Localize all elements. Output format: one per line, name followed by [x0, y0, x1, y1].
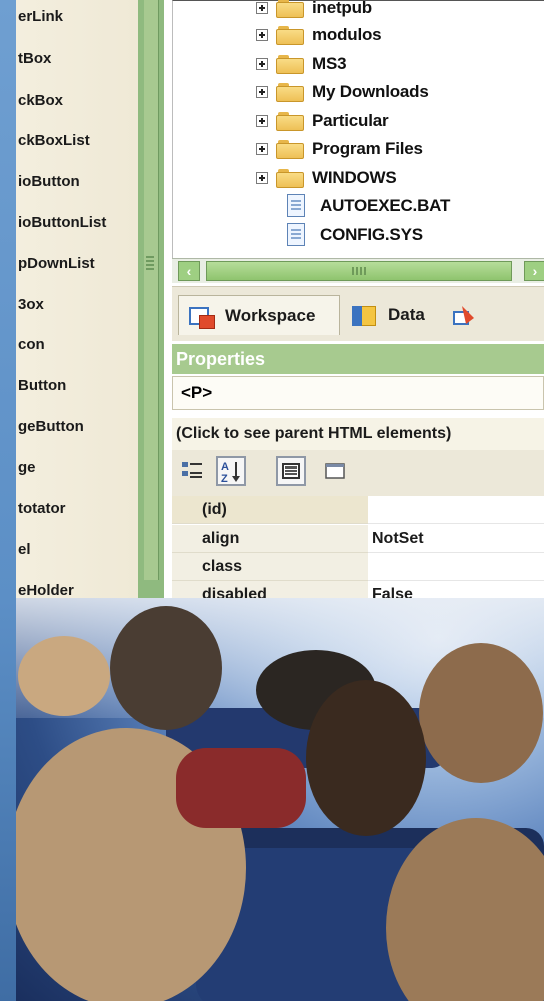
- audience-head: [18, 636, 110, 716]
- expand-icon[interactable]: [256, 86, 268, 98]
- property-name: class: [202, 558, 243, 575]
- toolbox-icon: [452, 304, 478, 326]
- tab-toolbox[interactable]: [452, 295, 488, 335]
- panel-splitter[interactable]: [138, 0, 164, 640]
- property-row[interactable]: (id): [172, 496, 544, 524]
- categorized-icon[interactable]: [178, 456, 208, 486]
- expand-icon[interactable]: [256, 58, 268, 70]
- splitter-track: [144, 0, 159, 580]
- properties-view-icon[interactable]: [276, 456, 306, 486]
- data-icon: [352, 304, 378, 326]
- tab-label: Workspace: [225, 305, 316, 325]
- tab-workspace[interactable]: Workspace: [178, 295, 340, 335]
- toolbox-item[interactable]: 3ox: [18, 296, 44, 313]
- tree-node-label: CONFIG.SYS: [320, 225, 423, 244]
- tree-node-label: Program Files: [312, 139, 423, 158]
- tab-data[interactable]: Data: [352, 295, 425, 335]
- toolbox-item[interactable]: ge: [18, 459, 36, 476]
- toolbox-item[interactable]: ioButton: [18, 173, 80, 190]
- toolbox-item[interactable]: totator: [18, 500, 66, 517]
- window-edge: [0, 0, 16, 1001]
- svg-text:Z: Z: [221, 473, 228, 484]
- tree-node-label: Particular: [312, 111, 389, 130]
- property-name: (id): [202, 501, 227, 518]
- toolbox-item[interactable]: geButton: [18, 418, 84, 435]
- toolbox-item[interactable]: Button: [18, 377, 66, 394]
- folder-icon: [276, 25, 304, 45]
- tree-node-label: modulos: [312, 25, 382, 44]
- audience-head: [419, 643, 543, 783]
- audience-shoulder: [176, 748, 306, 828]
- properties-toolbar: AZ: [172, 450, 544, 496]
- folder-icon: [276, 82, 304, 102]
- panel-tabs: Workspace Data: [172, 286, 544, 341]
- properties-title: Properties: [172, 344, 544, 374]
- toolbox-item[interactable]: con: [18, 336, 45, 353]
- grip-icon[interactable]: [146, 256, 154, 272]
- tree-node-label: My Downloads: [312, 82, 429, 101]
- property-pages-icon[interactable]: [320, 456, 350, 486]
- folder-icon: [276, 0, 304, 18]
- toolbox-item[interactable]: pDownList: [18, 255, 95, 272]
- tree-node[interactable]: My Downloads: [173, 79, 429, 105]
- expand-icon[interactable]: [256, 172, 268, 184]
- tree-node[interactable]: MS3: [173, 51, 347, 77]
- folder-icon: [276, 139, 304, 159]
- solution-tree: inetpub modulos MS3 My Downloads Particu…: [172, 0, 544, 263]
- expand-icon[interactable]: [256, 29, 268, 41]
- parent-elements-link[interactable]: (Click to see parent HTML elements): [172, 418, 544, 450]
- svg-text:A: A: [221, 461, 229, 473]
- tree-node[interactable]: Particular: [173, 108, 389, 134]
- tree-node[interactable]: WINDOWS: [173, 165, 397, 191]
- toolbox-item[interactable]: eHolder: [18, 582, 74, 599]
- tab-label: Data: [388, 305, 425, 324]
- workspace-icon: [189, 305, 215, 329]
- toolbox-panel: erLink tBox ckBox ckBoxList ioButton ioB…: [0, 0, 138, 640]
- property-row[interactable]: class: [172, 553, 544, 581]
- scrollbar-thumb[interactable]: [206, 261, 512, 281]
- toolbox-item[interactable]: ioButtonList: [18, 214, 106, 231]
- folder-icon: [276, 168, 304, 188]
- toolbox-item[interactable]: tBox: [18, 50, 51, 67]
- tree-node-label: AUTOEXEC.BAT: [320, 196, 451, 215]
- expand-icon[interactable]: [256, 143, 268, 155]
- alphabetical-icon[interactable]: AZ: [216, 456, 246, 486]
- property-name: align: [202, 530, 240, 547]
- scroll-left-icon[interactable]: ‹: [178, 261, 200, 281]
- selected-element-box[interactable]: <P>: [172, 376, 544, 410]
- audience-head: [306, 680, 426, 836]
- audience-photo: [16, 598, 544, 1001]
- tree-node[interactable]: AUTOEXEC.BAT: [173, 193, 450, 219]
- toolbox-item[interactable]: ckBoxList: [18, 132, 90, 149]
- expand-icon[interactable]: [256, 115, 268, 127]
- tree-node-label: WINDOWS: [312, 168, 397, 187]
- folder-icon: [276, 54, 304, 74]
- tree-node[interactable]: Program Files: [173, 136, 423, 162]
- property-value[interactable]: NotSet: [372, 525, 424, 553]
- toolbox-item[interactable]: ckBox: [18, 92, 63, 109]
- file-icon: [287, 194, 307, 218]
- property-row[interactable]: align NotSet: [172, 525, 544, 553]
- tree-node-label: inetpub: [312, 0, 372, 17]
- file-icon: [287, 223, 307, 247]
- tree-node[interactable]: modulos: [173, 22, 382, 48]
- folder-icon: [276, 111, 304, 131]
- tree-horizontal-scrollbar[interactable]: ‹ ›: [172, 258, 544, 283]
- tree-node-label: MS3: [312, 54, 347, 73]
- expand-icon[interactable]: [256, 2, 268, 14]
- toolbox-item[interactable]: el: [18, 541, 31, 558]
- tree-node[interactable]: inetpub: [173, 0, 372, 21]
- audience-head: [110, 606, 222, 730]
- tree-node[interactable]: CONFIG.SYS: [173, 222, 423, 248]
- scroll-right-icon[interactable]: ›: [524, 261, 544, 281]
- toolbox-item[interactable]: erLink: [18, 8, 63, 25]
